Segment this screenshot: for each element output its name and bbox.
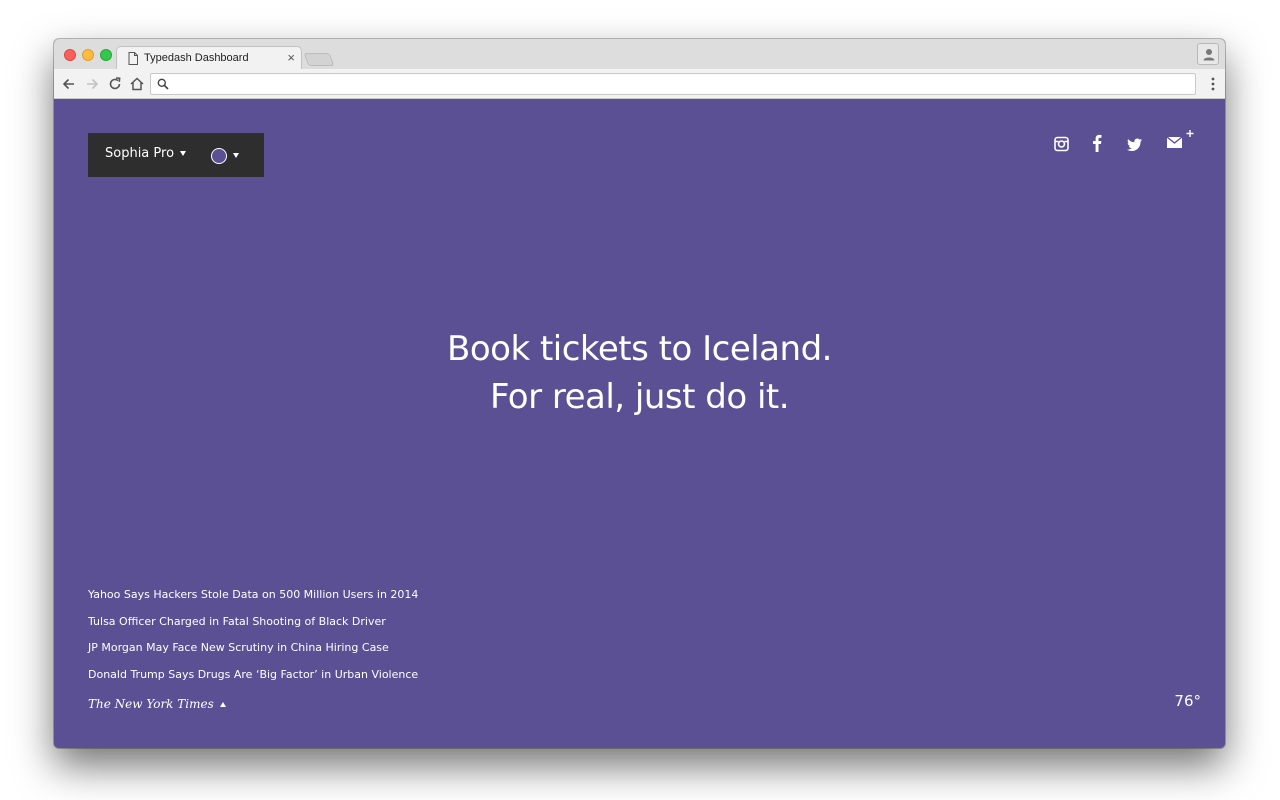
search-icon [157, 78, 169, 90]
instagram-icon[interactable] [1054, 134, 1069, 154]
news-item[interactable]: Yahoo Says Hackers Stole Data on 500 Mil… [88, 588, 418, 615]
profile-button[interactable] [1197, 43, 1219, 65]
news-item[interactable]: Tulsa Officer Charged in Fatal Shooting … [88, 615, 418, 642]
weather-temperature: 76° [1174, 692, 1201, 710]
font-name: Sophia Pro [105, 146, 175, 161]
browser-window: Typedash Dashboard × Sophia Pro Book tic… [54, 39, 1225, 748]
headline-line-1: Book tickets to Iceland. [447, 329, 832, 369]
new-tab-button[interactable] [303, 53, 335, 66]
close-window-button[interactable] [64, 49, 76, 61]
person-icon [1203, 49, 1215, 61]
minimize-window-button[interactable] [82, 49, 94, 61]
maximize-window-button[interactable] [100, 49, 112, 61]
browser-toolbar [54, 69, 1225, 99]
home-icon[interactable] [128, 75, 146, 93]
chevron-down-icon [180, 151, 187, 156]
title-bar: Typedash Dashboard × [54, 39, 1225, 70]
more-menu-icon[interactable] [1211, 76, 1215, 92]
dashboard-content: Sophia Pro Book tickets to Iceland. For … [54, 99, 1225, 748]
tab-title: Typedash Dashboard [144, 52, 249, 64]
color-select[interactable] [211, 147, 239, 165]
chevron-down-icon [233, 153, 239, 159]
news-list: Yahoo Says Hackers Stole Data on 500 Mil… [88, 588, 418, 694]
news-source-select[interactable]: The New York Times [88, 697, 226, 711]
font-select[interactable]: Sophia Pro [105, 146, 187, 161]
reload-icon[interactable] [106, 75, 124, 93]
address-bar[interactable] [150, 73, 1196, 95]
headline: Book tickets to Iceland. For real, just … [54, 325, 1225, 421]
news-source-logo: The New York Times [88, 697, 214, 711]
page-icon [128, 52, 138, 65]
news-item[interactable]: JP Morgan May Face New Scrutiny in China… [88, 641, 418, 668]
settings-panel: Sophia Pro [88, 133, 264, 177]
address-input[interactable] [175, 76, 1185, 92]
chevron-up-icon [219, 702, 226, 707]
headline-line-2: For real, just do it. [489, 377, 790, 417]
back-arrow-icon[interactable] [60, 75, 78, 93]
tab-typedash[interactable]: Typedash Dashboard × [116, 46, 302, 70]
twitter-icon[interactable] [1127, 135, 1142, 155]
mail-plus-icon[interactable] [1166, 130, 1194, 150]
forward-arrow-icon[interactable] [83, 75, 101, 93]
facebook-icon[interactable] [1092, 133, 1102, 153]
tab-close-icon[interactable]: × [287, 50, 295, 66]
news-item[interactable]: Donald Trump Says Drugs Are ‘Big Factor’… [88, 668, 418, 695]
color-swatch [211, 147, 227, 164]
